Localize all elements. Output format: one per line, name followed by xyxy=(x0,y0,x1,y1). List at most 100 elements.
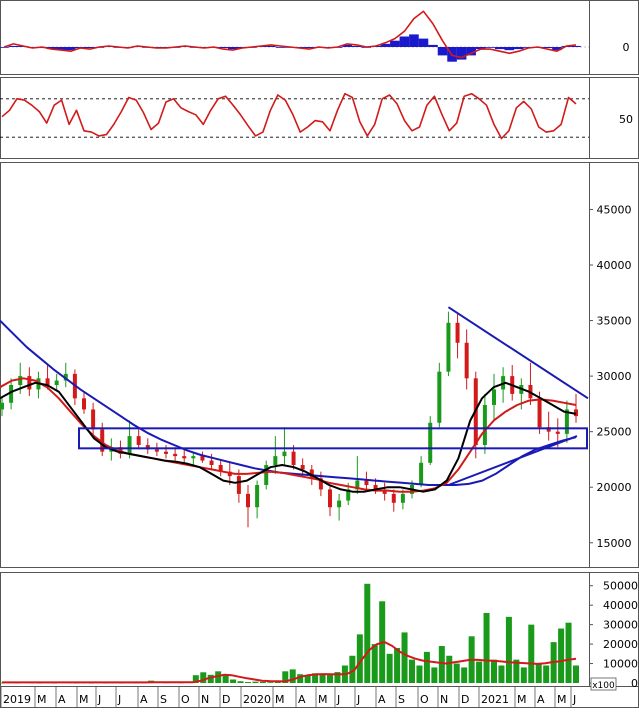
volume-bar xyxy=(423,651,430,683)
candle-body xyxy=(464,342,469,379)
volume-bar xyxy=(222,675,229,683)
price-candle xyxy=(154,442,159,457)
time-axis-label: 2021 xyxy=(481,693,509,706)
price-candle xyxy=(428,416,433,465)
candle-body xyxy=(273,456,278,465)
time-axis-label: D xyxy=(461,693,469,706)
volume-ytick-label: 0 xyxy=(631,677,638,690)
volume-bar xyxy=(483,612,490,683)
candle-body xyxy=(127,436,132,454)
volume-bar xyxy=(446,655,453,683)
stoch-panel-frame xyxy=(0,77,639,159)
time-axis-label: M xyxy=(275,693,285,706)
time-axis-label: M xyxy=(557,693,567,706)
volume-bar xyxy=(498,665,505,683)
price-candle xyxy=(164,445,168,459)
candle-body xyxy=(482,405,487,445)
volume-bar xyxy=(394,647,401,683)
candle-body xyxy=(91,409,96,430)
price-candle xyxy=(574,393,578,423)
candle-body xyxy=(337,500,342,508)
time-axis-label: J xyxy=(356,693,360,706)
price-candle xyxy=(382,482,387,501)
ma-red-line xyxy=(0,377,577,493)
volume-bar xyxy=(476,661,483,683)
price-candle xyxy=(419,456,424,488)
candle-body xyxy=(182,456,187,459)
time-axis-label: O xyxy=(420,693,429,706)
volume-bar xyxy=(461,667,468,683)
price-candle xyxy=(136,427,141,450)
macd-hist-bar xyxy=(390,40,400,47)
candle-body xyxy=(191,456,196,459)
candle-body xyxy=(200,456,205,461)
trendline-top xyxy=(447,306,589,400)
time-axis-label: M xyxy=(37,693,47,706)
chart-canvas: 0 50 15000 20000 25000 30000 35000 40000 45000 0 1… xyxy=(0,0,639,708)
candle-body xyxy=(446,322,451,372)
candle-body xyxy=(328,489,332,508)
time-axis-label: N xyxy=(440,693,448,706)
time-axis-label: D xyxy=(222,693,230,706)
price-candle xyxy=(91,402,96,437)
price-ytick-label: 30000 xyxy=(597,370,632,383)
macd-hist-bar xyxy=(418,38,429,47)
volume-ytick-label: 50000 xyxy=(603,580,638,593)
volume-bar xyxy=(386,653,393,683)
candle-body xyxy=(154,449,159,452)
volume-bar xyxy=(543,665,550,683)
candle-body xyxy=(291,451,296,465)
volume-bar xyxy=(230,679,237,683)
candle-body xyxy=(136,436,141,445)
volume-unit-label: x100 xyxy=(592,681,615,691)
macd-line xyxy=(3,10,577,59)
price-candle xyxy=(328,485,332,517)
price-candle xyxy=(273,436,278,474)
volume-ytick-label: 40000 xyxy=(603,599,638,612)
macd-hist-bar xyxy=(494,47,505,50)
price-candle xyxy=(264,460,269,490)
time-axis-label: M xyxy=(318,693,328,706)
time-axis-label: A xyxy=(298,693,306,706)
time-axis-label: S xyxy=(160,693,167,706)
time-axis-label: A xyxy=(140,693,148,706)
price-candles xyxy=(0,311,578,528)
candle-body xyxy=(27,376,32,390)
time-axis-label: M xyxy=(79,693,89,706)
time-axis-label: J xyxy=(117,693,121,706)
macd-ytick-label: 0 xyxy=(623,41,630,54)
macd-hist-bar xyxy=(437,47,448,56)
price-candle xyxy=(36,371,41,399)
price-candle xyxy=(446,311,451,377)
volume-bar xyxy=(453,663,460,683)
price-candle xyxy=(391,489,396,512)
volume-ytick-label: 20000 xyxy=(603,638,638,651)
price-candle xyxy=(337,493,342,521)
macd-hist-bar xyxy=(266,45,276,47)
price-candle xyxy=(282,427,287,465)
candle-body xyxy=(492,389,496,405)
price-candle xyxy=(564,400,569,443)
candle-body xyxy=(246,493,250,508)
candle-body xyxy=(18,376,23,385)
price-candle xyxy=(145,438,150,454)
macd-hist-bar xyxy=(409,34,419,47)
volume-bar xyxy=(505,616,512,683)
macd-hist-bar xyxy=(485,47,495,48)
volume-bar xyxy=(237,681,244,683)
time-axis-label: J xyxy=(336,693,340,706)
volume-bar xyxy=(304,675,311,683)
price-ytick-label: 45000 xyxy=(597,203,632,216)
candle-body xyxy=(300,465,305,470)
volume-bar xyxy=(565,622,572,683)
price-candle xyxy=(510,365,515,401)
time-axis-label: A xyxy=(537,693,545,706)
ma-blue-line xyxy=(0,319,577,486)
candle-body xyxy=(555,431,560,434)
volume-bar xyxy=(371,644,378,683)
candle-body xyxy=(164,451,168,454)
price-candle xyxy=(546,411,551,441)
stoch-ytick-label: 50 xyxy=(619,113,633,126)
volume-bar xyxy=(327,674,333,683)
stoch-line xyxy=(1,92,577,140)
